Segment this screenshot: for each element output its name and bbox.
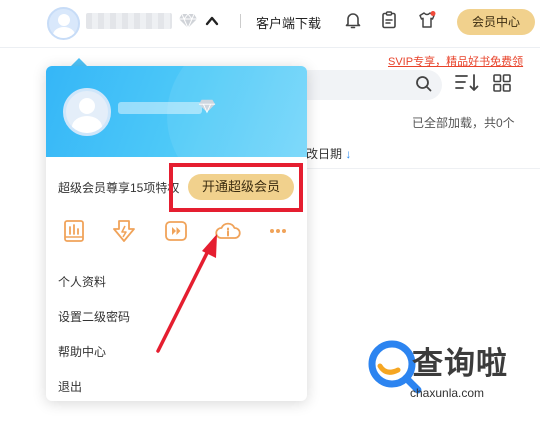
- sort-icon[interactable]: [454, 72, 480, 94]
- user-avatar[interactable]: [47, 7, 80, 40]
- speed-download-icon[interactable]: [110, 217, 138, 245]
- menu-item-logout[interactable]: 退出: [58, 378, 82, 395]
- svip-promo-link[interactable]: SVIP专享，精品好书免费领: [388, 53, 523, 69]
- username-blurred: [86, 13, 172, 29]
- date-column-label: 改日期: [306, 147, 343, 161]
- top-bar: 客户端下载 会员中心: [0, 0, 540, 48]
- client-download-link[interactable]: 客户端下载: [256, 13, 321, 32]
- clipboard-icon[interactable]: [379, 10, 399, 30]
- divider: [240, 14, 241, 28]
- more-icon[interactable]: [264, 217, 292, 245]
- bell-icon[interactable]: [343, 10, 363, 30]
- annotation-highlight-box: [169, 163, 303, 212]
- menu-item-second-password[interactable]: 设置二级密码: [58, 308, 130, 325]
- play-forward-icon[interactable]: [162, 217, 190, 245]
- cloud-info-icon[interactable]: [214, 217, 242, 245]
- menu-item-profile[interactable]: 个人资料: [58, 273, 106, 290]
- vip-benefit-text: 超级会员尊享15项特权: [58, 181, 180, 195]
- divider: [306, 168, 540, 169]
- report-icon[interactable]: [60, 217, 88, 245]
- popover-avatar[interactable]: [63, 88, 111, 136]
- diamond-icon: [198, 99, 216, 114]
- watermark-url: chaxunla.com: [410, 386, 485, 400]
- diamond-icon: [179, 13, 197, 29]
- menu-item-help-center[interactable]: 帮助中心: [58, 343, 106, 360]
- popover-username-blurred: [118, 102, 202, 114]
- arrow-down-icon: ↓: [345, 147, 352, 161]
- tshirt-icon[interactable]: [417, 10, 437, 30]
- user-popover: 超级会员尊享15项特权 开通超级会员 个人资料 设置二级密码 帮助中心 退出: [46, 66, 307, 401]
- grid-view-icon[interactable]: [492, 73, 512, 93]
- loaded-status: 已全部加载，共0个: [412, 116, 515, 130]
- search-icon[interactable]: [414, 74, 434, 94]
- popover-header: [46, 66, 307, 157]
- date-column-header[interactable]: 改日期 ↓: [306, 145, 351, 162]
- vip-center-button[interactable]: 会员中心: [457, 9, 535, 35]
- chevron-up-icon[interactable]: [204, 13, 220, 29]
- watermark-title: 查询啦: [412, 346, 508, 382]
